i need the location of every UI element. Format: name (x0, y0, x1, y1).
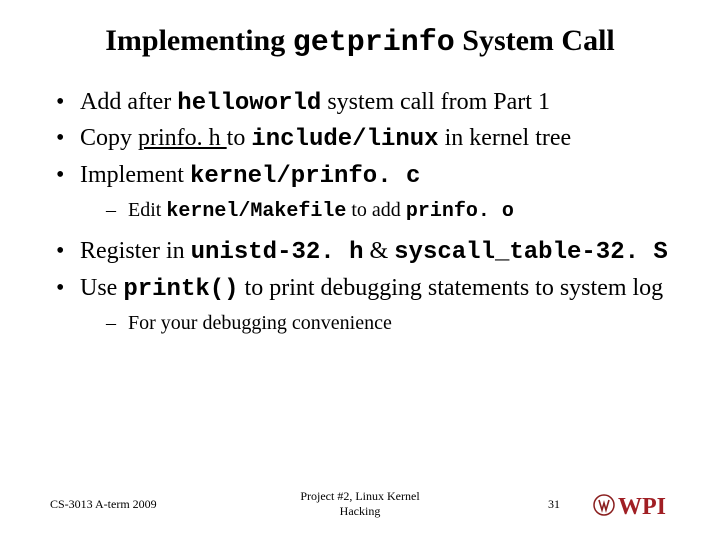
bullet-3: Implement kernel/prinfo. c Edit kernel/M… (50, 159, 670, 225)
b3-a: Implement (80, 162, 190, 188)
title-text-1: Implementing (105, 24, 293, 57)
b3s-code2: prinfo. o (406, 200, 514, 223)
footer-center-2: Hacking (340, 504, 381, 518)
bullet-5-sub: For your debugging convenience (80, 310, 670, 337)
b4-code1: unistd-32. h (191, 239, 364, 266)
b3s-a: Edit (128, 199, 166, 221)
b2-a: Copy (80, 125, 138, 151)
slide-title: Implementing getprinfo System Call (50, 24, 670, 60)
bullet-list: Add after helloworld system call from Pa… (50, 86, 670, 337)
b4-amp: & (363, 238, 394, 264)
footer-center-1: Project #2, Linux Kernel (300, 489, 419, 503)
b4-a: Register in (80, 238, 191, 264)
b3s-b: to add (346, 199, 405, 221)
b5-a: Use (80, 275, 123, 301)
b3-code: kernel/prinfo. c (190, 163, 420, 190)
page-number: 31 (548, 497, 560, 512)
wpi-logo-icon: WPI (592, 490, 692, 520)
bullet-3-sub: Edit kernel/Makefile to add prinfo. o (80, 197, 670, 225)
b4-code2: syscall_table-32. S (394, 239, 668, 266)
bullet-2: Copy prinfo. h to include/linux in kerne… (50, 122, 670, 156)
wpi-logo-text: WPI (618, 494, 666, 520)
b5-code: printk() (123, 276, 238, 303)
bullet-4: Register in unistd-32. h & syscall_table… (50, 235, 670, 269)
b1-code: helloworld (177, 90, 321, 117)
bullet-5: Use printk() to print debugging statemen… (50, 272, 670, 337)
b1-a: Add after (80, 89, 177, 115)
b5-b: to print debugging statements to system … (239, 275, 664, 301)
title-code: getprinfo (293, 26, 455, 60)
bullet-5-sub-1: For your debugging convenience (80, 310, 670, 337)
b2-c: in kernel tree (439, 125, 572, 151)
b2-link: prinfo. h (138, 125, 227, 151)
slide: Implementing getprinfo System Call Add a… (0, 0, 720, 540)
b3s-code1: kernel/Makefile (166, 200, 346, 223)
title-text-2: System Call (455, 24, 615, 57)
bullet-1: Add after helloworld system call from Pa… (50, 86, 670, 120)
b2-b: to (227, 125, 252, 151)
bullet-3-sub-1: Edit kernel/Makefile to add prinfo. o (80, 197, 670, 225)
b2-code: include/linux (251, 126, 438, 153)
b5s-a: For your debugging convenience (128, 312, 392, 334)
b1-b: system call from Part 1 (321, 89, 550, 115)
wpi-logo: WPI (592, 490, 692, 520)
